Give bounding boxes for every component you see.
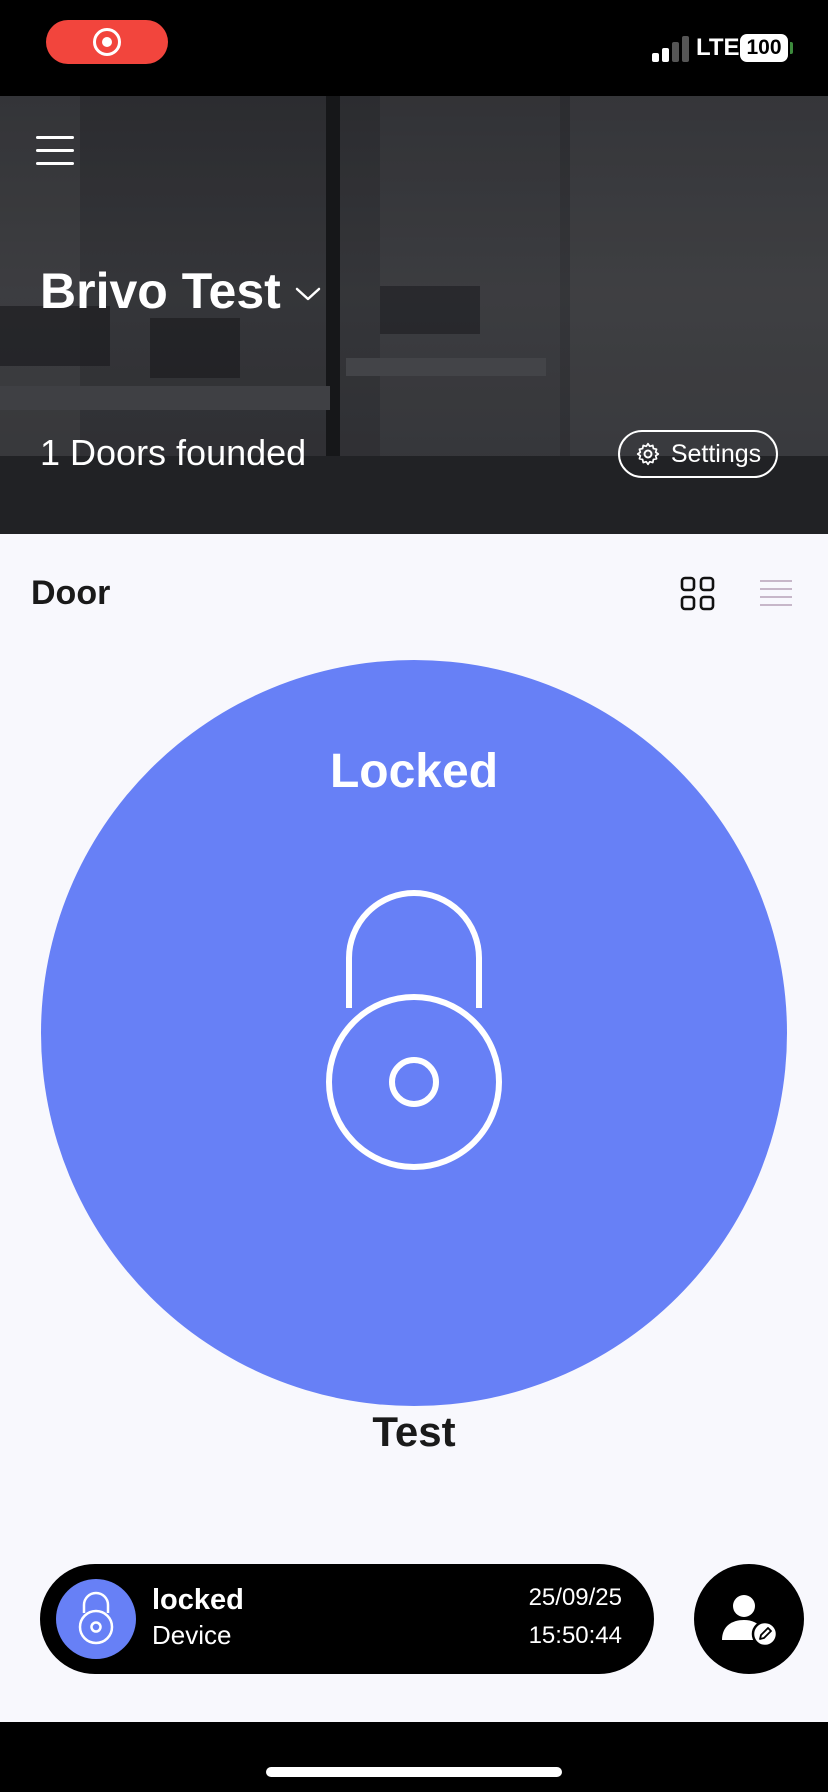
site-name: Brivo Test <box>40 263 281 319</box>
list-view-icon[interactable] <box>760 580 792 608</box>
home-indicator-area <box>0 1722 828 1792</box>
section-title: Door <box>31 574 111 612</box>
battery-icon: 100 <box>740 34 788 62</box>
hamburger-icon <box>36 136 74 139</box>
grid-view-icon[interactable] <box>680 576 716 612</box>
last-event-card[interactable]: locked Device 25/09/25 15:50:44 <box>40 1564 654 1674</box>
event-date: 25/09/25 <box>528 1584 622 1611</box>
site-selector[interactable]: Brivo Test <box>40 262 321 320</box>
doors-count: 1 Doors founded <box>40 432 307 473</box>
lock-icon <box>78 1591 114 1645</box>
user-edit-icon <box>722 1595 778 1648</box>
event-time: 15:50:44 <box>528 1622 622 1649</box>
settings-label: Settings <box>670 439 762 468</box>
gear-icon <box>636 442 659 466</box>
site-header: Brivo Test 1 Doors founded Settings <box>0 96 828 534</box>
user-profile-button[interactable] <box>694 1564 804 1674</box>
door-name: Test <box>372 1408 456 1455</box>
event-lock-avatar <box>56 1579 136 1659</box>
status-bar: LTE 100 <box>0 0 828 96</box>
network-type: LTE <box>696 34 740 61</box>
screen-recording-indicator[interactable] <box>46 20 168 64</box>
home-indicator[interactable] <box>266 1767 562 1777</box>
door-state: Locked <box>329 745 499 798</box>
door-lock-button[interactable]: Locked <box>41 660 787 1406</box>
event-source: Device <box>152 1620 232 1650</box>
lock-icon <box>326 890 502 1170</box>
settings-button[interactable]: Settings <box>618 430 778 478</box>
chevron-down-icon <box>295 287 321 301</box>
event-status: locked <box>152 1584 244 1616</box>
menu-button[interactable] <box>36 136 76 166</box>
cellular-signal-icon <box>652 36 690 62</box>
